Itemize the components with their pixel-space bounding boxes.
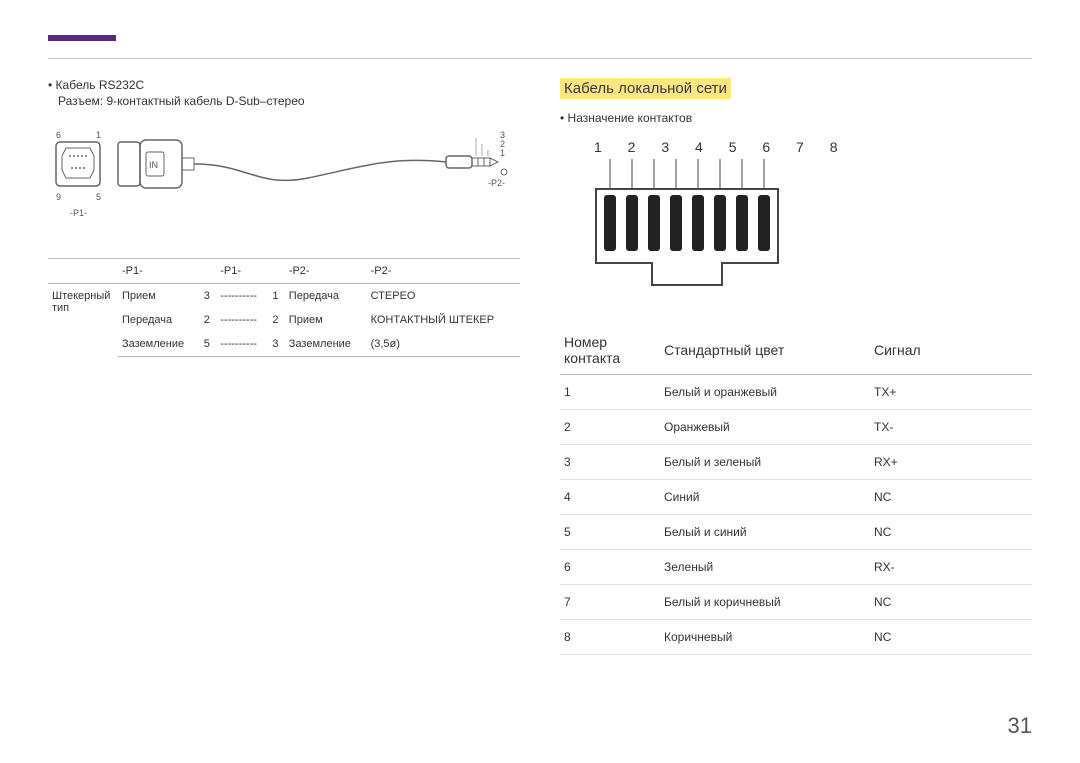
hdr-color: Стандартный цвет bbox=[660, 326, 870, 375]
rowlabel: Штекерный тип bbox=[48, 284, 118, 357]
rj45-icon bbox=[596, 159, 778, 285]
lan-heading: Кабель локальной сети bbox=[560, 78, 731, 99]
page-number: 31 bbox=[1008, 713, 1032, 739]
ring1: 1 bbox=[500, 148, 505, 158]
pin1-label: 1 bbox=[96, 130, 101, 140]
lan-bullet: Назначение контактов bbox=[560, 111, 1032, 125]
header-accent bbox=[48, 35, 116, 41]
hdr-num: Номер контакта bbox=[560, 326, 660, 375]
stereo-plug-icon bbox=[446, 156, 507, 175]
hdr-signal: Сигнал bbox=[870, 326, 1032, 375]
table-row: Заземление 5 ---------- 3 Заземление (3,… bbox=[48, 332, 520, 357]
db9-front-icon bbox=[56, 142, 100, 186]
in-label: IN bbox=[149, 160, 158, 170]
hdr-p1b: -P1- bbox=[216, 259, 268, 284]
right-column: Кабель локальной сети Назначение контакт… bbox=[560, 78, 1032, 655]
table-header-row: -P1- -P1- -P2- -P2- bbox=[48, 259, 520, 284]
table-row: Штекерный тип Прием 3 ---------- 1 Перед… bbox=[48, 284, 520, 309]
rj45-diagram: 1 2 3 4 5 6 7 8 bbox=[590, 139, 1032, 304]
cable-title: Кабель RS232C bbox=[48, 78, 520, 92]
lan-pinout-table: Номер контакта Стандартный цвет Сигнал 1… bbox=[560, 326, 1032, 655]
table-row: 4СинийNC bbox=[560, 480, 1032, 515]
hdr-p2b: -P2- bbox=[367, 259, 520, 284]
table-row: Передача 2 ---------- 2 Прием КОНТАКТНЫЙ… bbox=[48, 308, 520, 332]
table-row: 1Белый и оранжевыйTX+ bbox=[560, 375, 1032, 410]
page-body: Кабель RS232C Разъем: 9-контактный кабел… bbox=[48, 78, 1032, 655]
table-row: 2ОранжевыйTX- bbox=[560, 410, 1032, 445]
dsub-diagram: 6 1 9 5 -P1- bbox=[48, 118, 520, 248]
connector-desc: Разъем: 9-контактный кабель D-Sub–стерео bbox=[58, 94, 520, 108]
table-row: 3Белый и зеленыйRX+ bbox=[560, 445, 1032, 480]
p1-diag-label: -P1- bbox=[70, 208, 87, 218]
pin-numbers: 1 2 3 4 5 6 7 8 bbox=[594, 139, 1032, 155]
table-row: 6ЗеленыйRX- bbox=[560, 550, 1032, 585]
pin6-label: 6 bbox=[56, 130, 61, 140]
pin9-label: 9 bbox=[56, 192, 61, 202]
cable-icon bbox=[194, 160, 446, 180]
table-row: 7Белый и коричневыйNC bbox=[560, 585, 1032, 620]
hdr-p1a: -P1- bbox=[118, 259, 200, 284]
p2-diag-label: -P2- bbox=[488, 178, 505, 188]
left-column: Кабель RS232C Разъем: 9-контактный кабел… bbox=[48, 78, 520, 655]
db9-shell-icon: IN bbox=[118, 140, 194, 188]
hdr-p2a: -P2- bbox=[285, 259, 367, 284]
table-row: 5Белый и синийNC bbox=[560, 515, 1032, 550]
table-header-row: Номер контакта Стандартный цвет Сигнал bbox=[560, 326, 1032, 375]
header-rule bbox=[48, 58, 1032, 59]
dsub-pin-table: -P1- -P1- -P2- -P2- Штекерный тип Прием … bbox=[48, 258, 520, 357]
pin5-label: 5 bbox=[96, 192, 101, 202]
table-row: 8КоричневыйNC bbox=[560, 620, 1032, 655]
